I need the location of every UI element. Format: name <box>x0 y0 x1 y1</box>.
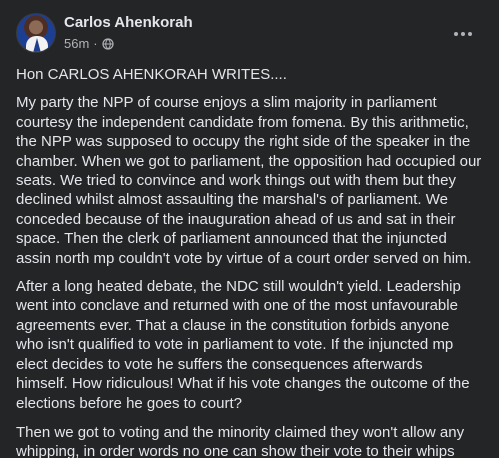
post-content: Hon CARLOS AHENKORAH WRITES.... My party… <box>16 65 485 458</box>
meta-separator: · <box>93 36 98 51</box>
more-options-button[interactable] <box>449 20 477 48</box>
author-avatar[interactable] <box>16 13 56 53</box>
post-paragraph-3: Then we got to voting and the minority c… <box>16 423 465 458</box>
facebook-post: Carlos Ahenkorah 56m · Hon CARLOS AHENKO… <box>0 0 499 458</box>
post-header: Carlos Ahenkorah 56m · <box>16 12 487 56</box>
timestamp[interactable]: 56m <box>64 36 89 51</box>
author-name[interactable]: Carlos Ahenkorah <box>64 14 193 31</box>
post-heading: Hon CARLOS AHENKORAH WRITES.... <box>16 66 287 83</box>
more-options-icon <box>454 32 472 36</box>
post-meta: 56m · <box>64 36 114 51</box>
globe-icon[interactable] <box>102 37 114 50</box>
post-paragraph-2: After a long heated debate, the NDC stil… <box>16 278 470 412</box>
post-paragraph-1: My party the NPP of course enjoys a slim… <box>16 94 482 267</box>
